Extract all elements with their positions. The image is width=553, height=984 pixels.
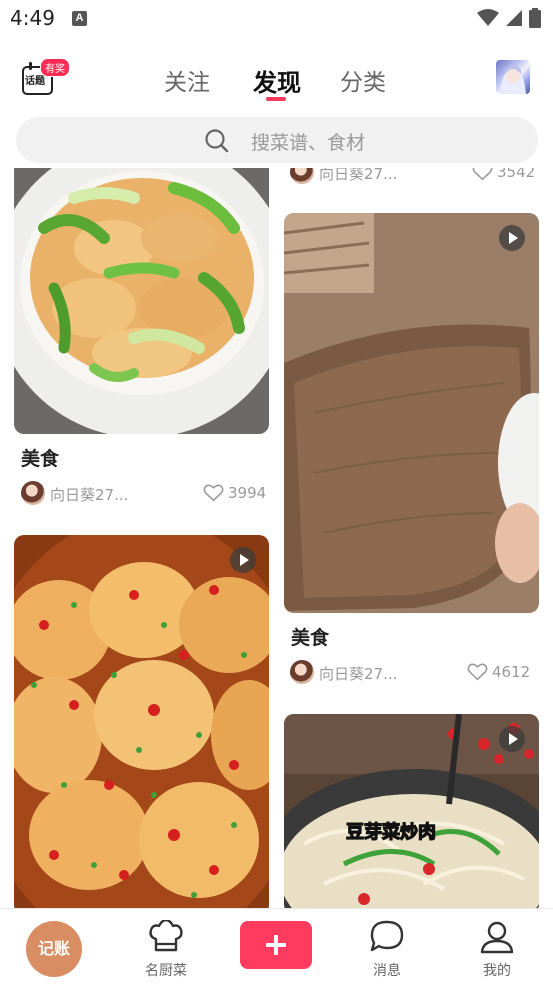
reward-badge: 有奖 xyxy=(40,58,70,77)
wifi-icon xyxy=(477,9,499,26)
like-number: 3542 xyxy=(497,168,536,181)
active-tab-indicator xyxy=(266,97,286,101)
author-name[interactable]: 向日葵27... xyxy=(50,484,128,505)
nav-profile[interactable]: 我的 xyxy=(457,909,537,984)
overlay-caption: 豆芽菜炒肉 xyxy=(346,821,436,843)
battery-icon xyxy=(529,8,541,28)
chef-hat-icon xyxy=(149,920,183,952)
tab-discover[interactable]: 发现 xyxy=(253,63,301,98)
status-bar: 4:49 A xyxy=(0,0,553,38)
search-icon xyxy=(205,129,229,153)
heart-icon xyxy=(467,663,488,681)
avatar-illustration xyxy=(500,65,526,94)
search-bar[interactable]: 搜菜谱、食材 xyxy=(16,117,538,163)
user-icon xyxy=(480,921,514,954)
recipe-card-image[interactable] xyxy=(14,168,269,434)
add-recipe-button[interactable] xyxy=(240,921,312,969)
author-avatar[interactable] xyxy=(290,660,314,684)
status-icons xyxy=(477,8,541,28)
bottom-navigation: 记账 名厨菜 消息 我的 xyxy=(0,908,553,984)
status-time: 4:49 xyxy=(10,6,55,30)
author-avatar[interactable] xyxy=(21,481,45,505)
nav-label: 消息 xyxy=(373,963,401,979)
nav-label: 名厨菜 xyxy=(145,963,187,979)
recipe-card-image[interactable] xyxy=(284,213,539,613)
heart-icon xyxy=(472,168,493,181)
tab-follow[interactable]: 关注 xyxy=(164,63,210,97)
video-play-icon xyxy=(230,547,256,573)
search-placeholder: 搜菜谱、食材 xyxy=(251,132,366,154)
user-avatar[interactable] xyxy=(496,60,530,94)
message-bubble-icon xyxy=(370,920,404,952)
egg-stir-fry-photo xyxy=(14,168,269,434)
like-number: 4612 xyxy=(492,662,531,681)
nav-messages[interactable]: 消息 xyxy=(347,909,427,984)
nav-famous-chef[interactable]: 名厨菜 xyxy=(126,909,206,984)
cutting-board-photo xyxy=(284,213,539,613)
heart-icon xyxy=(203,484,224,502)
calendar-ring xyxy=(29,62,32,70)
like-number: 3994 xyxy=(228,483,267,502)
nav-label: 我的 xyxy=(483,963,511,979)
bookkeeping-button[interactable]: 记账 xyxy=(26,921,82,977)
video-play-icon xyxy=(499,726,525,752)
recipe-title[interactable]: 美食 xyxy=(291,623,329,650)
recipe-feed[interactable]: 美食 向日葵27... 3994 向日葵27... 3542 美食 向日葵27.… xyxy=(0,168,553,908)
signal-icon xyxy=(506,10,522,26)
notification-icon: A xyxy=(72,11,87,26)
recipe-card-image[interactable] xyxy=(14,535,269,908)
author-name[interactable]: 向日葵27... xyxy=(319,663,397,684)
author-name[interactable]: 向日葵27... xyxy=(319,168,397,184)
like-count[interactable]: 3542 xyxy=(472,168,535,181)
top-header: 话题 有奖 关注 发现 分类 xyxy=(0,50,553,110)
braised-egg-photo xyxy=(14,535,269,908)
tab-category[interactable]: 分类 xyxy=(340,63,386,97)
like-count[interactable]: 4612 xyxy=(467,662,530,681)
like-count[interactable]: 3994 xyxy=(203,483,266,502)
author-avatar[interactable] xyxy=(290,168,314,184)
recipe-title[interactable]: 美食 xyxy=(21,444,59,471)
video-play-icon xyxy=(499,225,525,251)
